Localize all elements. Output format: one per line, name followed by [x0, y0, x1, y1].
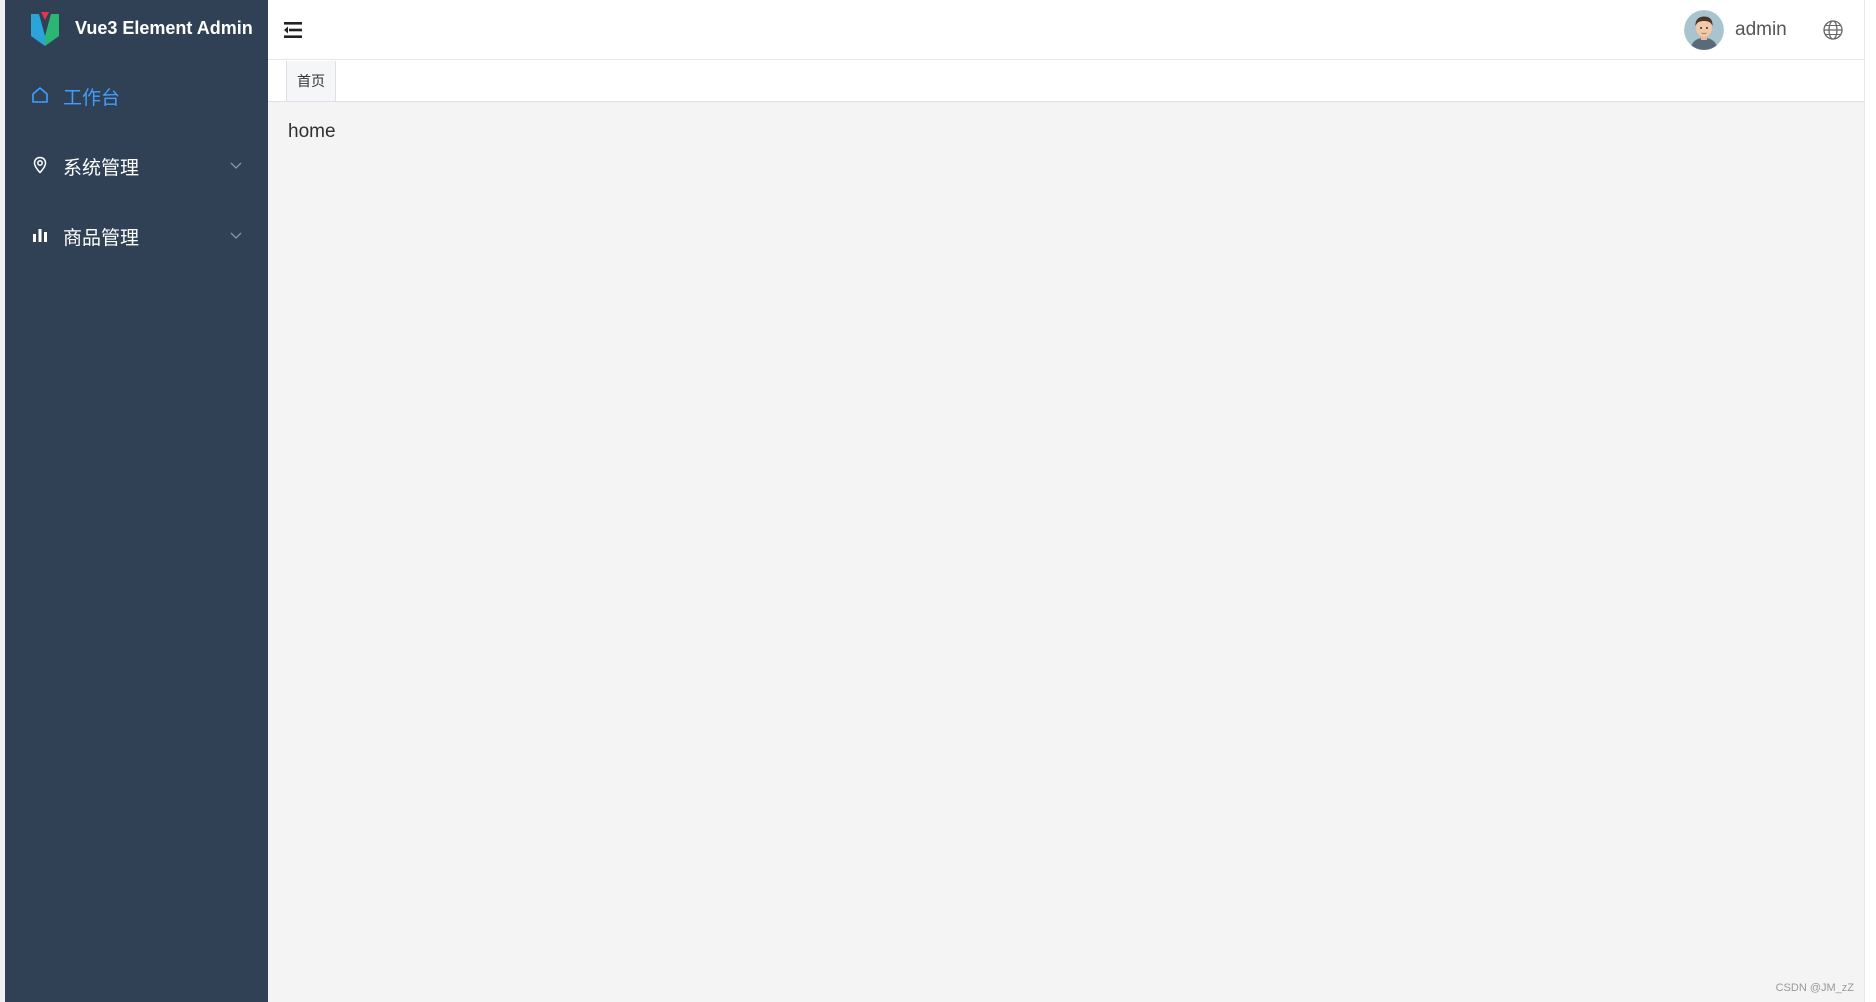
app-root: Vue3 Element Admin 工作台 系统管理 商品管理 admin 首… [0, 0, 1876, 1002]
menu-fold-icon[interactable] [282, 20, 304, 40]
bar-chart-icon [33, 229, 47, 242]
chevron-down-icon [230, 232, 242, 239]
chevron-down-icon [230, 162, 242, 169]
sidebar-item-label: 工作台 [63, 88, 121, 109]
location-icon [33, 156, 47, 174]
username[interactable]: admin [1735, 19, 1787, 41]
tags-view: 首页 [268, 61, 1864, 102]
home-icon [32, 87, 48, 103]
page-content-text: home [288, 121, 336, 142]
window-right-gutter [1864, 0, 1876, 1002]
sidebar-item-label: 商品管理 [63, 228, 140, 249]
sidebar: Vue3 Element Admin 工作台 系统管理 商品管理 [5, 0, 268, 1002]
tag-home[interactable]: 首页 [286, 61, 336, 101]
avatar[interactable] [1684, 10, 1724, 50]
sidebar-item-workbench[interactable]: 工作台 [5, 60, 268, 130]
app-title: Vue3 Element Admin [75, 18, 253, 38]
logo[interactable]: Vue3 Element Admin [5, 0, 268, 60]
sidebar-item-label: 系统管理 [63, 158, 140, 179]
sidebar-item-system-management[interactable]: 系统管理 [5, 130, 268, 200]
top-header: admin [268, 0, 1864, 60]
vue-logo-icon [31, 12, 59, 46]
sidebar-item-goods-management[interactable]: 商品管理 [5, 200, 268, 270]
watermark: CSDN @JM_zZ [1775, 982, 1854, 994]
main-content: home CSDN @JM_zZ [268, 102, 1864, 1002]
globe-icon[interactable] [1822, 19, 1844, 41]
